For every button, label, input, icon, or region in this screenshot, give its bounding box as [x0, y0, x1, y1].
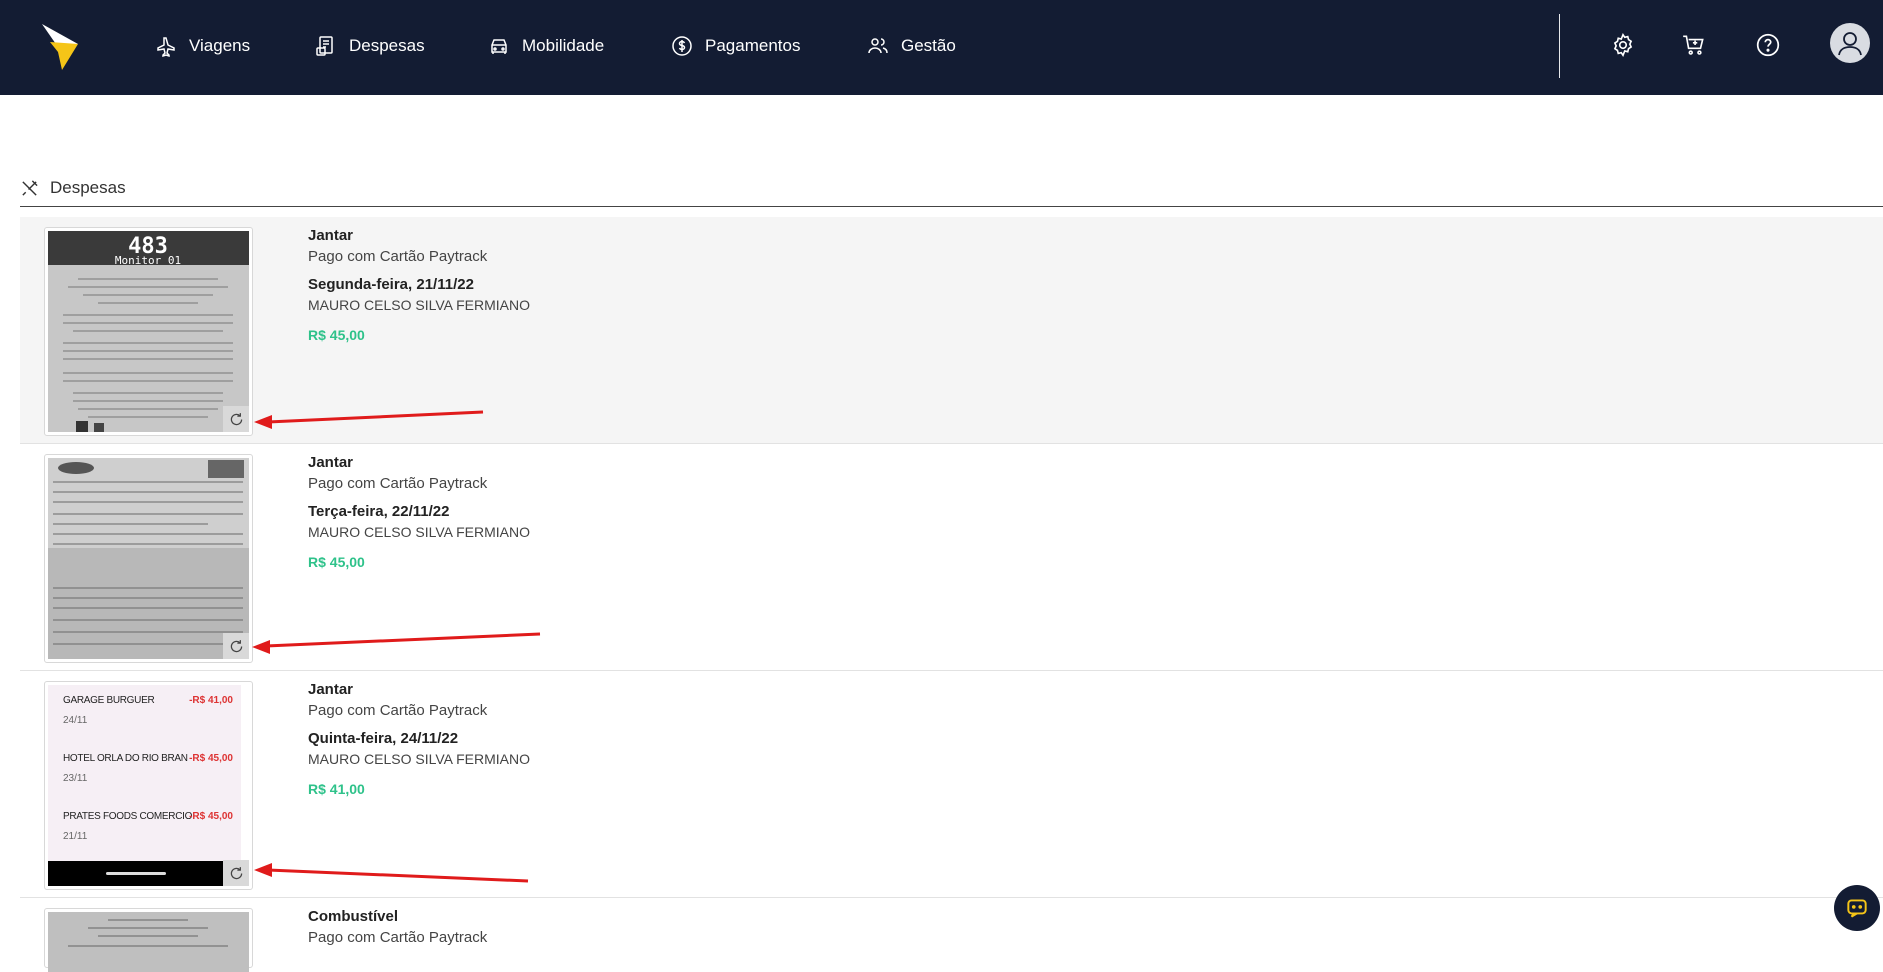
- navbar-divider: [1559, 14, 1560, 78]
- expense-person: MAURO CELSO SILVA FERMIANO: [308, 751, 530, 767]
- utensils-icon: [22, 179, 38, 196]
- nav-label: Viagens: [189, 36, 251, 55]
- user-avatar[interactable]: [1830, 23, 1870, 63]
- expense-info: Jantar Pago com Cartão Paytrack Quinta-f…: [308, 681, 530, 797]
- statement-line-date: 23/11: [63, 773, 88, 784]
- receipt-thumbnail[interactable]: 483 Monitor 01: [44, 227, 253, 436]
- expense-info: Jantar Pago com Cartão Paytrack Segunda-…: [308, 227, 530, 343]
- receipt-image: [48, 912, 249, 972]
- receipt-thumbnail[interactable]: [44, 908, 253, 972]
- expense-category: Combustível: [308, 908, 399, 925]
- nav-label: Pagamentos: [705, 36, 801, 55]
- statement-line-date: 21/11: [63, 831, 88, 842]
- statement-screenshot: GARAGE BURGUER 24/11 -R$ 41,00 HOTEL ORL…: [48, 685, 241, 861]
- receipt-drawing: 483 Monitor 01: [48, 231, 249, 432]
- expense-category: Jantar: [308, 227, 354, 244]
- expense-row[interactable]: 483 Monitor 01 Jantar Pago com Cartão Pa…: [20, 217, 1883, 444]
- expense-category: Jantar: [308, 454, 354, 471]
- receipt-thumbnail[interactable]: [44, 454, 253, 663]
- expense-payment-method: Pago com Cartão Paytrack: [308, 248, 488, 265]
- rotate-image-button[interactable]: [223, 633, 249, 659]
- rotate-image-button[interactable]: [223, 860, 249, 886]
- expense-amount: R$ 41,00: [308, 781, 365, 797]
- settings-button[interactable]: [1606, 28, 1640, 62]
- statement-line-value: -R$ 41,00: [189, 695, 233, 706]
- cart-plus-icon: [1683, 35, 1704, 55]
- section-divider: [20, 206, 1883, 207]
- car-icon: [491, 39, 507, 54]
- chat-button[interactable]: [1834, 885, 1880, 931]
- expense-row[interactable]: GARAGE BURGUER 24/11 -R$ 41,00 HOTEL ORL…: [20, 671, 1883, 898]
- phone-home-bar: [48, 861, 223, 886]
- expense-row[interactable]: Combustível Pago com Cartão Paytrack: [20, 898, 1883, 972]
- expense-person: MAURO CELSO SILVA FERMIANO: [308, 297, 530, 313]
- refresh-icon: [230, 866, 242, 879]
- cart-button[interactable]: [1677, 28, 1711, 62]
- gear-icon: [1613, 32, 1633, 58]
- receipt-drawing: [48, 912, 249, 972]
- users-icon: [868, 38, 888, 54]
- expense-person: MAURO CELSO SILVA FERMIANO: [308, 524, 530, 540]
- nav-label: Gestão: [901, 36, 956, 55]
- nav-item-gestao[interactable]: Gestão: [866, 30, 956, 62]
- receipt-ticket-sub: Monitor 01: [115, 254, 181, 267]
- statement-line-name: HOTEL ORLA DO RIO BRAN: [63, 753, 188, 764]
- expense-date: Quinta-feira, 24/11/22: [308, 730, 459, 747]
- home-indicator: [106, 872, 166, 875]
- statement-line-value: -R$ 45,00: [189, 811, 233, 822]
- chat-icon: [1847, 899, 1867, 918]
- statement-line-date: 24/11: [63, 715, 88, 726]
- nav-label: Mobilidade: [522, 36, 605, 55]
- expense-payment-method: Pago com Cartão Paytrack: [308, 702, 488, 719]
- receipt-drawing: [48, 458, 249, 659]
- expense-payment-method: Pago com Cartão Paytrack: [308, 929, 488, 946]
- section-header: Despesas: [20, 178, 126, 198]
- section-title: Despesas: [50, 178, 126, 197]
- nav-item-mobilidade[interactable]: Mobilidade: [487, 30, 604, 62]
- receipt-image: GARAGE BURGUER 24/11 -R$ 41,00 HOTEL ORL…: [48, 685, 249, 886]
- receipt-image: [48, 458, 249, 659]
- nav-label: Despesas: [349, 36, 425, 55]
- top-navbar: Viagens Despesas Mobilidade Pagamentos G…: [0, 0, 1883, 95]
- expense-info: Combustível Pago com Cartão Paytrack: [308, 908, 487, 946]
- expense-row[interactable]: Jantar Pago com Cartão Paytrack Terça-fe…: [20, 444, 1883, 671]
- expense-date: Segunda-feira, 21/11/22: [308, 276, 474, 293]
- help-icon: [1756, 33, 1780, 57]
- help-button[interactable]: [1751, 28, 1785, 62]
- expense-info: Jantar Pago com Cartão Paytrack Terça-fe…: [308, 454, 530, 570]
- statement-line-value: -R$ 45,00: [189, 753, 233, 764]
- statement-line-name: PRATES FOODS COMERCIO: [63, 811, 193, 822]
- expense-date: Terça-feira, 22/11/22: [308, 503, 450, 520]
- expense-amount: R$ 45,00: [308, 327, 365, 343]
- nav-item-viagens[interactable]: Viagens: [154, 30, 250, 62]
- expense-amount: R$ 45,00: [308, 554, 365, 570]
- dollar-icon: [672, 36, 692, 56]
- nav-item-despesas[interactable]: Despesas: [314, 30, 425, 62]
- receipt-image: 483 Monitor 01: [48, 231, 249, 432]
- refresh-icon: [230, 639, 242, 652]
- receipt-icon: [316, 36, 333, 56]
- nav-item-pagamentos[interactable]: Pagamentos: [670, 30, 800, 62]
- expense-payment-method: Pago com Cartão Paytrack: [308, 475, 488, 492]
- expense-category: Jantar: [308, 681, 354, 698]
- plane-icon: [157, 37, 175, 58]
- user-icon: [1838, 32, 1862, 56]
- refresh-icon: [230, 412, 242, 425]
- rotate-image-button[interactable]: [223, 406, 249, 432]
- statement-line-name: GARAGE BURGUER: [63, 695, 155, 706]
- paytrack-logo[interactable]: [40, 22, 80, 72]
- receipt-thumbnail[interactable]: GARAGE BURGUER 24/11 -R$ 41,00 HOTEL ORL…: [44, 681, 253, 890]
